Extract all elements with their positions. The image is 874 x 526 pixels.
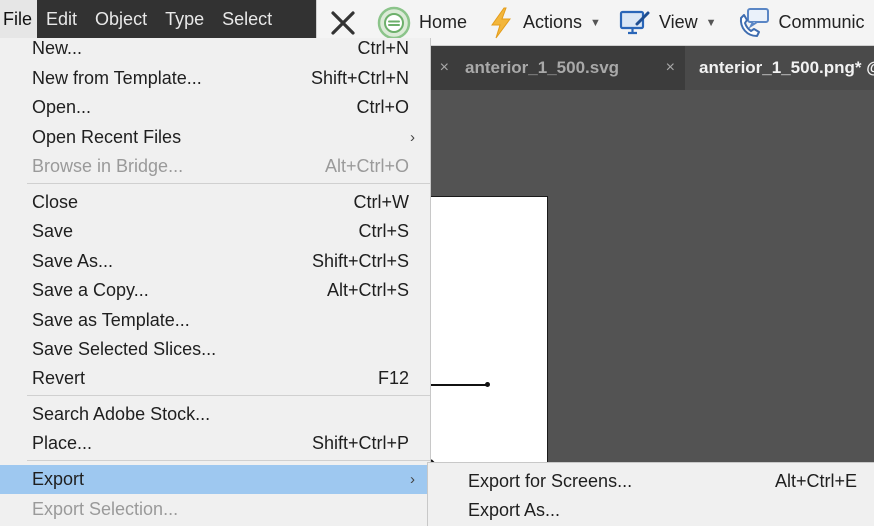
canvas-area[interactable]: [430, 90, 874, 526]
chevron-right-icon: ›: [410, 129, 415, 146]
menu-item-label: Export: [32, 469, 85, 489]
menu-item-shortcut: Alt+Ctrl+E: [774, 471, 857, 491]
menu-item-save-as[interactable]: Save As... Shift+Ctrl+S: [0, 247, 430, 276]
menu-item-label: Revert: [32, 368, 86, 388]
tab-previous[interactable]: ×: [431, 46, 453, 90]
menu-item-label: Save As...: [32, 251, 114, 271]
menu-item-shortcut: Shift+Ctrl+S: [311, 251, 409, 271]
actions-button[interactable]: Actions ▼: [487, 0, 601, 45]
menu-item-label: Export for Screens...: [468, 471, 633, 491]
home-cc-icon: [377, 6, 411, 40]
menu-item-save-as-template[interactable]: Save as Template...: [0, 306, 430, 335]
menu-item-label: Open Recent Files: [32, 127, 182, 147]
menu-separator: [27, 395, 430, 396]
menu-item-shortcut: Ctrl+N: [357, 38, 409, 58]
menu-item-place[interactable]: Place... Shift+Ctrl+P: [0, 429, 430, 458]
tab-anterior-svg[interactable]: anterior_1_500.svg ×: [453, 46, 685, 90]
menu-object[interactable]: Object: [86, 0, 156, 38]
menu-item-save-a-copy[interactable]: Save a Copy... Alt+Ctrl+S: [0, 276, 430, 305]
menu-item-shortcut: Shift+Ctrl+P: [311, 433, 409, 453]
menu-edit[interactable]: Edit: [37, 0, 86, 38]
view-label: View: [658, 12, 698, 32]
submenu-item-export-for-screens[interactable]: Export for Screens... Alt+Ctrl+E: [428, 467, 874, 496]
chevron-down-icon: ▼: [705, 16, 717, 29]
chevron-down-icon: ▼: [590, 16, 601, 29]
lightning-icon: [487, 6, 515, 40]
tab-anterior-png-active[interactable]: anterior_1_500.png* @ 1: [685, 46, 874, 90]
close-x-icon: [329, 9, 357, 37]
menu-item-browse-in-bridge: Browse in Bridge... Alt+Ctrl+O: [0, 152, 430, 181]
submenu-item-export-as[interactable]: Export As...: [428, 496, 874, 525]
menu-item-label: Save Selected Slices...: [32, 339, 217, 359]
menu-item-label: New...: [32, 38, 83, 58]
menu-separator: [27, 183, 430, 184]
menu-item-close[interactable]: Close Ctrl+W: [0, 188, 430, 217]
actions-label: Actions: [523, 12, 583, 32]
menu-item-label: Save a Copy...: [32, 280, 149, 300]
chevron-right-icon: ›: [410, 471, 415, 488]
menu-item-export-selection: Export Selection...: [0, 495, 430, 524]
artwork-line: [431, 384, 488, 386]
menu-item-shortcut: Ctrl+S: [358, 221, 409, 241]
tab-close-icon[interactable]: ×: [666, 59, 675, 77]
menu-item-search-adobe-stock[interactable]: Search Adobe Stock...: [0, 400, 430, 429]
menu-item-label: Export As...: [468, 500, 561, 520]
menu-item-shortcut: Ctrl+O: [356, 97, 409, 117]
monitor-pen-icon: [619, 7, 651, 39]
tab-close-icon[interactable]: ×: [440, 59, 449, 77]
communicate-button[interactable]: Communic: [737, 0, 865, 45]
menu-item-save[interactable]: Save Ctrl+S: [0, 217, 430, 246]
menu-separator: [27, 460, 430, 461]
document-tabs: × anterior_1_500.svg × anterior_1_500.pn…: [431, 46, 874, 90]
menu-item-shortcut: Shift+Ctrl+N: [310, 68, 409, 88]
chat-phone-icon: [737, 6, 771, 40]
menu-item-shortcut: Alt+Ctrl+S: [326, 280, 409, 300]
menu-item-new-from-template[interactable]: New from Template... Shift+Ctrl+N: [0, 64, 430, 93]
menu-item-open-recent[interactable]: Open Recent Files ›: [0, 123, 430, 152]
menu-item-label: Browse in Bridge...: [32, 156, 184, 176]
menu-item-export[interactable]: Export ›: [0, 465, 430, 494]
menu-item-revert[interactable]: Revert F12: [0, 364, 430, 393]
menubar: File Edit Object Type Select: [0, 0, 316, 38]
menu-item-label: Save: [32, 221, 74, 241]
home-label: Home: [419, 12, 468, 32]
menu-item-shortcut: F12: [377, 368, 409, 388]
export-submenu: Export for Screens... Alt+Ctrl+E Export …: [427, 462, 874, 526]
menu-item-label: Export Selection...: [32, 499, 179, 519]
file-menu-dropdown: New... Ctrl+N New from Template... Shift…: [0, 38, 431, 526]
tab-label: anterior_1_500.png* @ 1: [699, 58, 874, 77]
artwork-anchor: [485, 382, 490, 387]
menu-file[interactable]: File: [0, 0, 38, 38]
menu-item-open[interactable]: Open... Ctrl+O: [0, 93, 430, 122]
menu-item-label: Open...: [32, 97, 92, 117]
menu-item-label: Search Adobe Stock...: [32, 404, 211, 424]
menu-type[interactable]: Type: [156, 0, 213, 38]
tab-label: anterior_1_500.svg: [465, 58, 620, 77]
menu-item-label: Place...: [32, 433, 93, 453]
menu-item-shortcut: Alt+Ctrl+O: [324, 156, 409, 176]
menu-item-shortcut: Ctrl+W: [353, 192, 410, 212]
communicate-label: Communic: [778, 12, 865, 32]
menu-item-label: Save as Template...: [32, 310, 190, 330]
menu-item-label: Close: [32, 192, 79, 212]
view-button[interactable]: View ▼: [619, 0, 717, 45]
menu-item-new[interactable]: New... Ctrl+N: [0, 38, 430, 63]
menu-select[interactable]: Select: [213, 0, 281, 38]
menu-item-label: New from Template...: [32, 68, 202, 88]
menu-item-save-selected-slices[interactable]: Save Selected Slices...: [0, 335, 430, 364]
